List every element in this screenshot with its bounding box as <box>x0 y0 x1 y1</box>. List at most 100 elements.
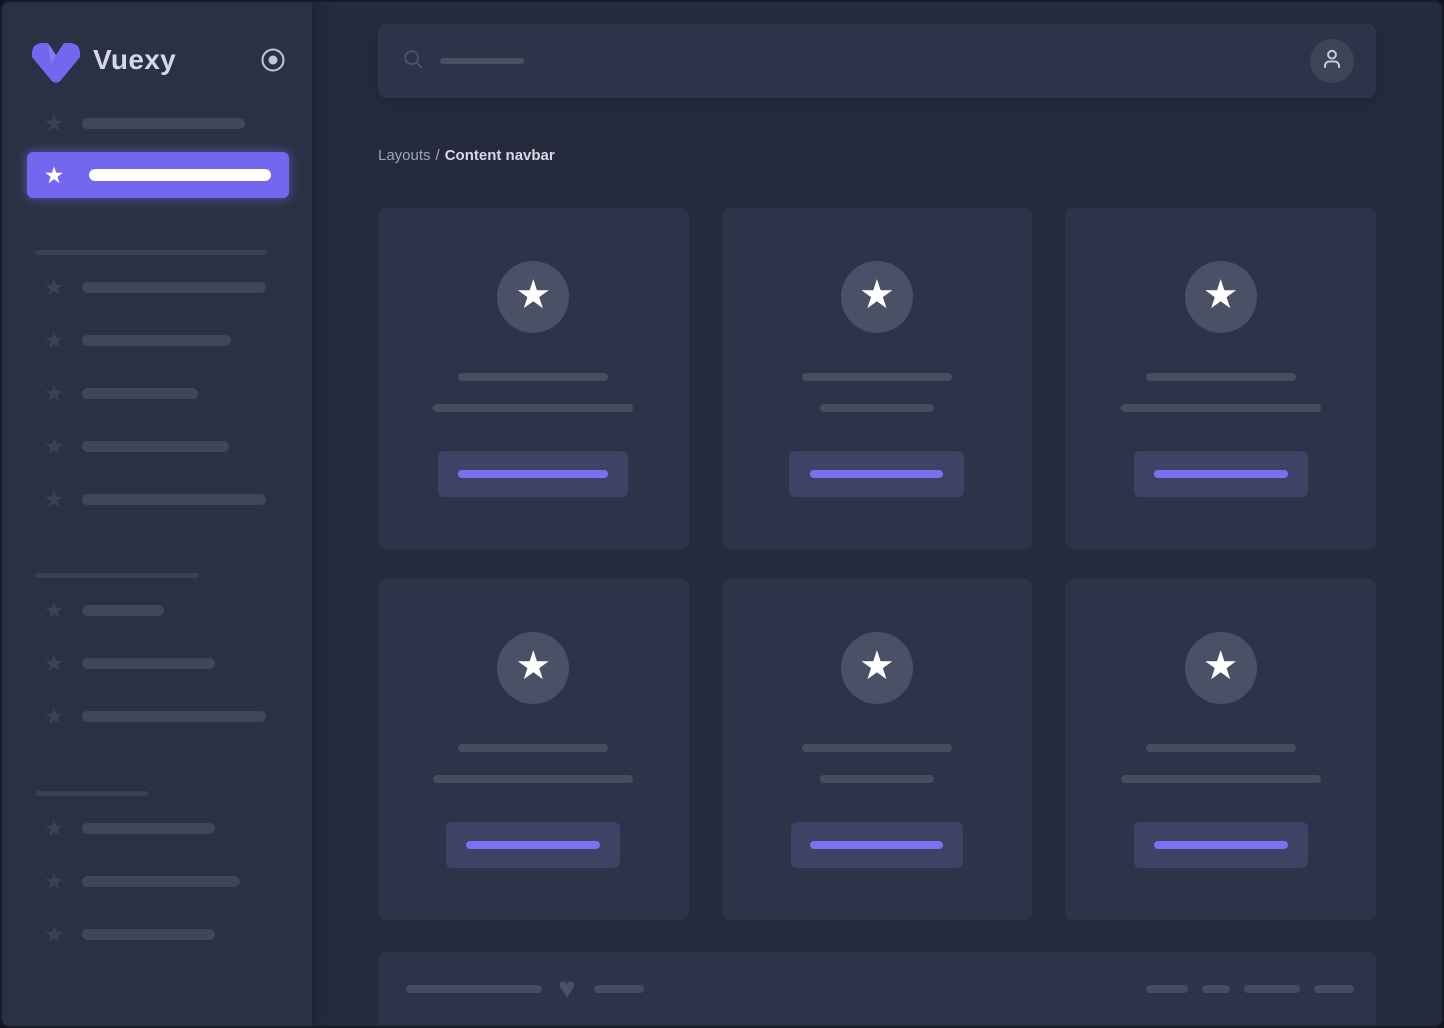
star-icon: ★ <box>42 922 66 946</box>
card-line <box>1121 775 1321 783</box>
card: ★ <box>722 208 1033 549</box>
menu-section-divider <box>35 573 199 578</box>
item-placeholder-line <box>82 929 215 940</box>
menu-section-divider <box>35 250 267 255</box>
card-line <box>458 744 608 752</box>
footer-line <box>1244 985 1300 993</box>
sidebar-item[interactable]: ★ <box>2 381 312 405</box>
card-button[interactable] <box>1134 822 1308 868</box>
footer-line <box>1146 985 1188 993</box>
button-placeholder-line <box>466 841 600 849</box>
star-icon: ★ <box>42 487 66 511</box>
menu-pin-toggle-icon[interactable] <box>260 47 286 73</box>
star-icon: ★ <box>1203 275 1239 315</box>
card: ★ <box>722 579 1033 920</box>
star-icon: ★ <box>42 381 66 405</box>
sidebar-item[interactable]: ★ <box>2 922 312 946</box>
star-icon: ★ <box>42 816 66 840</box>
star-icon: ★ <box>859 646 895 686</box>
card-grid: ★ ★ ★ ★ ★ ★ <box>378 208 1376 920</box>
item-placeholder-line <box>82 118 245 129</box>
card: ★ <box>378 579 689 920</box>
card-line <box>433 775 633 783</box>
sidebar-item[interactable]: ★ <box>2 275 312 299</box>
star-icon: ★ <box>42 275 66 299</box>
star-badge: ★ <box>1185 261 1257 333</box>
top-navbar <box>378 24 1376 98</box>
sidebar-item[interactable]: ★ <box>2 487 312 511</box>
item-placeholder-line <box>82 658 215 669</box>
breadcrumb: Layouts / Content navbar <box>378 145 1376 167</box>
card: ★ <box>1065 208 1376 549</box>
star-icon: ★ <box>515 275 551 315</box>
sidebar-item-active[interactable]: ★ <box>27 152 289 198</box>
footer-line <box>1314 985 1354 993</box>
card-button[interactable] <box>438 451 628 497</box>
breadcrumb-separator: / <box>436 147 440 164</box>
button-placeholder-line <box>1154 470 1288 478</box>
card-line <box>820 775 934 783</box>
item-placeholder-line <box>82 823 215 834</box>
card-button[interactable] <box>1134 451 1308 497</box>
star-badge: ★ <box>841 632 913 704</box>
star-icon: ★ <box>42 651 66 675</box>
search-icon <box>402 48 424 75</box>
sidebar-item[interactable]: ★ <box>2 816 312 840</box>
item-placeholder-line <box>82 876 240 887</box>
sidebar-item[interactable]: ★ <box>2 651 312 675</box>
item-placeholder-line <box>82 441 229 452</box>
breadcrumb-section[interactable]: Layouts <box>378 147 431 164</box>
card-line <box>820 404 934 412</box>
card-line <box>802 373 952 381</box>
sidebar-item[interactable]: ★ <box>2 111 312 135</box>
user-icon <box>1319 46 1345 77</box>
star-badge: ★ <box>497 261 569 333</box>
card-button[interactable] <box>791 822 963 868</box>
card-line <box>1146 744 1296 752</box>
item-placeholder-line <box>82 388 198 399</box>
brand-title: Vuexy <box>93 44 176 76</box>
star-icon: ★ <box>42 111 66 135</box>
item-placeholder-line <box>89 169 271 181</box>
star-icon: ★ <box>1203 646 1239 686</box>
breadcrumb-current: Content navbar <box>445 147 555 164</box>
card-line <box>433 404 633 412</box>
vuexy-logo-icon <box>28 37 84 83</box>
star-badge: ★ <box>841 261 913 333</box>
star-icon: ★ <box>42 434 66 458</box>
item-placeholder-line <box>82 282 266 293</box>
star-icon: ★ <box>42 869 66 893</box>
sidebar-item[interactable]: ★ <box>2 598 312 622</box>
sidebar-item[interactable]: ★ <box>2 869 312 893</box>
footer-line <box>594 985 644 993</box>
card: ★ <box>1065 579 1376 920</box>
card-line <box>458 373 608 381</box>
card-button[interactable] <box>789 451 964 497</box>
app-window: Vuexy ★ ★ ★ ★ ★ ★ ★ ★ ★ ★ ★ ★ ★ <box>0 0 1444 1028</box>
star-icon: ★ <box>515 646 551 686</box>
button-placeholder-line <box>1154 841 1288 849</box>
card-line <box>802 744 952 752</box>
star-icon: ★ <box>42 328 66 352</box>
sidebar: Vuexy ★ ★ ★ ★ ★ ★ ★ ★ ★ ★ ★ ★ ★ <box>2 2 312 1026</box>
sidebar-menu: ★ ★ ★ ★ ★ ★ ★ ★ ★ ★ ★ ★ ★ <box>2 111 312 946</box>
heart-icon: ♥ <box>558 974 576 1004</box>
sidebar-header: Vuexy <box>2 38 312 82</box>
sidebar-item[interactable]: ★ <box>2 704 312 728</box>
button-placeholder-line <box>458 470 608 478</box>
item-placeholder-line <box>82 494 266 505</box>
search-input[interactable] <box>402 24 1310 98</box>
user-avatar[interactable] <box>1310 39 1354 83</box>
main-content: Layouts / Content navbar ★ ★ ★ ★ ★ ★ ♥ <box>312 2 1442 1026</box>
card-button[interactable] <box>446 822 620 868</box>
sidebar-item[interactable]: ★ <box>2 434 312 458</box>
star-badge: ★ <box>497 632 569 704</box>
star-badge: ★ <box>1185 632 1257 704</box>
card-line <box>1121 404 1321 412</box>
sidebar-item[interactable]: ★ <box>2 328 312 352</box>
footer: ♥ <box>378 952 1376 1025</box>
footer-links <box>1146 985 1354 993</box>
star-icon: ★ <box>859 275 895 315</box>
item-placeholder-line <box>82 711 266 722</box>
star-icon: ★ <box>42 704 66 728</box>
